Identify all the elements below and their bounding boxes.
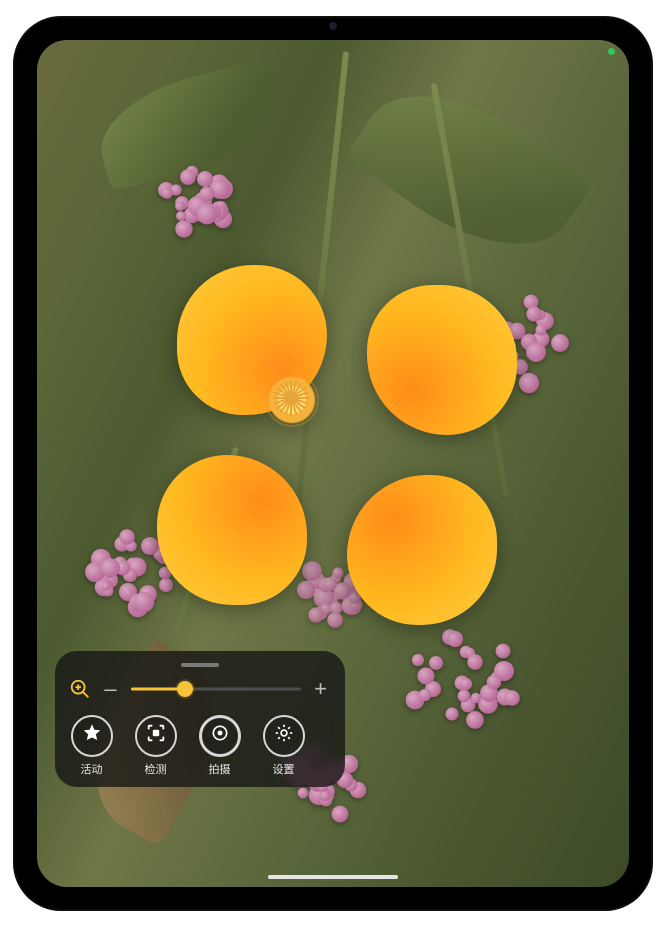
capture-button[interactable] bbox=[199, 715, 241, 757]
zoom-slider[interactable] bbox=[131, 677, 301, 701]
capture-target-icon bbox=[210, 723, 230, 748]
ipad-device-frame: – + bbox=[13, 16, 653, 911]
activities-button[interactable] bbox=[71, 715, 113, 757]
gear-icon bbox=[273, 722, 295, 749]
magnifier-viewport[interactable]: – + bbox=[37, 40, 629, 887]
detect-frame-icon bbox=[145, 722, 167, 749]
screen: – + bbox=[37, 40, 629, 887]
panel-grabber[interactable] bbox=[181, 663, 219, 667]
controls-panel: – + bbox=[55, 651, 345, 787]
flower-cluster bbox=[157, 160, 237, 240]
settings-button[interactable] bbox=[263, 715, 305, 757]
action-buttons-row: 活动 检测 bbox=[69, 715, 331, 777]
poppy-flower bbox=[162, 270, 422, 530]
home-indicator[interactable] bbox=[268, 875, 398, 879]
detect-label: 检测 bbox=[145, 761, 167, 777]
magnifier-plus-icon bbox=[69, 678, 91, 700]
zoom-out-button[interactable]: – bbox=[101, 678, 121, 700]
flower-cluster bbox=[399, 617, 529, 747]
settings-label: 设置 bbox=[273, 761, 295, 777]
detect-button[interactable] bbox=[135, 715, 177, 757]
star-icon bbox=[81, 722, 103, 749]
zoom-in-button[interactable]: + bbox=[311, 678, 331, 700]
front-camera-dot bbox=[329, 22, 337, 30]
bezel: – + bbox=[23, 26, 643, 901]
activities-label: 活动 bbox=[81, 761, 103, 777]
capture-label: 拍摄 bbox=[209, 761, 231, 777]
zoom-row: – + bbox=[69, 677, 331, 701]
camera-active-indicator bbox=[608, 48, 615, 55]
